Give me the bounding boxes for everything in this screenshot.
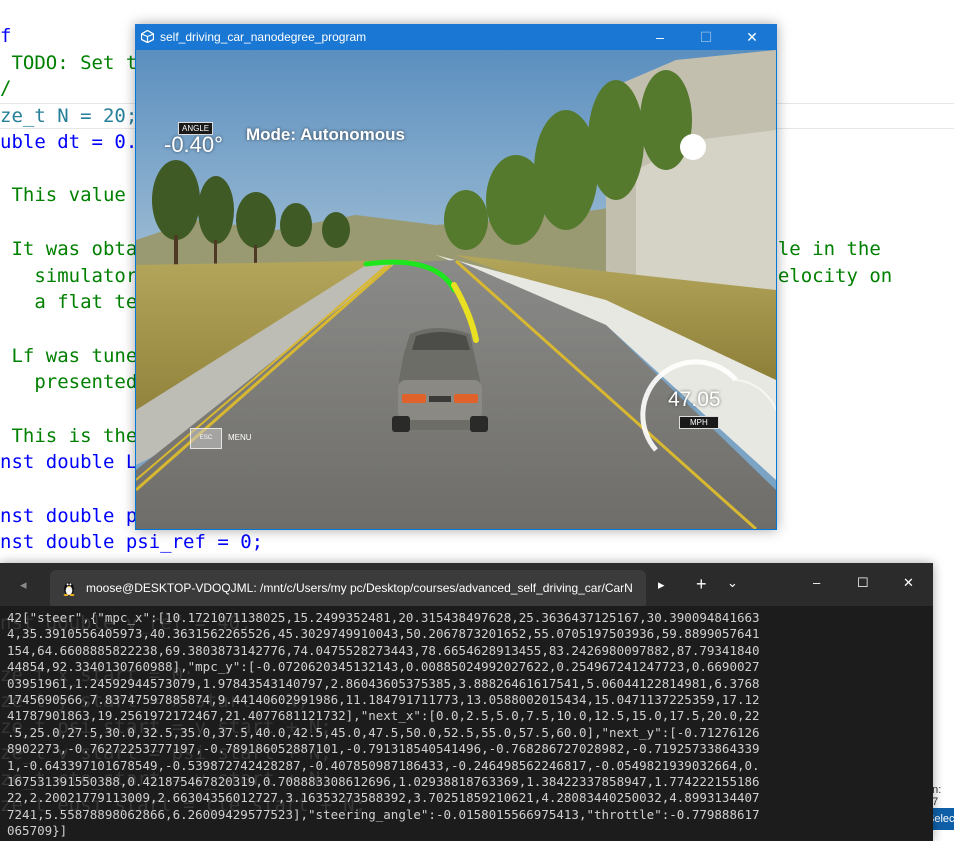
close-button[interactable]: ✕ bbox=[729, 24, 775, 50]
driving-mode-label: Mode: Autonomous bbox=[246, 125, 405, 144]
terminal-output-line: 7241,5.55878898062866,6.26009429577523],… bbox=[7, 806, 760, 822]
terminal-output-line: 4,35.3910556405973,40.3631562265526,45.3… bbox=[7, 626, 760, 642]
terminal-tab-title: moose@DESKTOP-VDOQJML: /mnt/c/Users/my p… bbox=[86, 581, 633, 595]
terminal-minimize-button[interactable]: – bbox=[813, 575, 820, 590]
terminal-close-button[interactable]: ✕ bbox=[903, 575, 914, 591]
terminal-window[interactable]: ◂ moose@DESKTOP-VDOQJML: /mnt/c/Users/my… bbox=[0, 563, 933, 841]
terminal-output-line: 03951961,1.24592944573079,1.978435431407… bbox=[7, 675, 760, 691]
unity-icon bbox=[141, 30, 154, 43]
simulator-title: self_driving_car_nanodegree_program bbox=[160, 30, 367, 44]
tab-dropdown-button[interactable]: ⌄ bbox=[727, 575, 738, 591]
menu-label[interactable]: MENU bbox=[228, 433, 252, 442]
terminal-output-line: 1745690566,7.83747597885874,9.4414060299… bbox=[7, 692, 760, 708]
code-line: nst double psi_ref = 0; bbox=[0, 531, 264, 553]
code-line: / bbox=[0, 77, 12, 99]
simulator-viewport[interactable]: ANGLE -0.40° Mode: Autonomous ESC MENU 4… bbox=[136, 50, 776, 529]
scroll-tabs-left-button[interactable]: ◂ bbox=[20, 577, 27, 593]
terminal-tab[interactable]: moose@DESKTOP-VDOQJML: /mnt/c/Users/my p… bbox=[50, 570, 646, 606]
terminal-output-line: 8902273,-0.76272253777197,-0.78918605288… bbox=[7, 741, 760, 757]
simulator-titlebar[interactable]: self_driving_car_nanodegree_program – ☐ … bbox=[135, 24, 777, 50]
terminal-body[interactable]: nst double v_ref = 40; ze_t x_start = 0;… bbox=[0, 606, 933, 841]
new-tab-button[interactable]: + bbox=[696, 574, 707, 595]
terminal-output-line: 1,-0.643397101678549,-0.539872742428287,… bbox=[7, 757, 760, 773]
terminal-maximize-button[interactable]: ☐ bbox=[857, 575, 869, 591]
scroll-tabs-right-button[interactable]: ▸ bbox=[658, 577, 665, 593]
terminal-output-line: .5,25.0,27.5,30.0,32.5,35.0,37.5,40.0,42… bbox=[7, 724, 760, 740]
terminal-output-line: 22,2.20021779113009,2.66304356012727,3.1… bbox=[7, 790, 760, 806]
code-line: f bbox=[0, 25, 12, 47]
terminal-output-line: 44854,92.3340130760988],"mpc_y":[-0.0720… bbox=[7, 659, 760, 675]
speed-unit-label: MPH bbox=[679, 416, 719, 429]
driving-scene bbox=[136, 50, 776, 529]
maximize-button[interactable]: ☐ bbox=[683, 24, 729, 50]
terminal-output-line: 41787901863,19.2561972172467,21.40776811… bbox=[7, 708, 760, 724]
linux-icon bbox=[63, 582, 75, 596]
terminal-output[interactable]: 42["steer",{"mpc_x":[10.1721071138025,15… bbox=[7, 610, 923, 840]
speed-value: 47.05 bbox=[668, 388, 721, 411]
terminal-output-line: 42["steer",{"mpc_x":[10.1721071138025,15… bbox=[7, 610, 760, 625]
terminal-tabbar[interactable]: ◂ moose@DESKTOP-VDOQJML: /mnt/c/Users/my… bbox=[0, 563, 933, 606]
terminal-output-line: 065709}] bbox=[7, 823, 68, 839]
code-line: ze_t N = 20; bbox=[0, 105, 138, 127]
minimize-button[interactable]: – bbox=[637, 24, 683, 50]
esc-button[interactable]: ESC bbox=[190, 428, 222, 449]
steering-angle-value: -0.40° bbox=[164, 132, 223, 157]
terminal-output-line: 154,64.6608885822238,69.3803873142776,74… bbox=[7, 642, 760, 658]
terminal-output-line: 167531391550388,0.421875467820319,0.7088… bbox=[7, 774, 760, 790]
simulator-window[interactable]: self_driving_car_nanodegree_program – ☐ … bbox=[135, 24, 777, 530]
